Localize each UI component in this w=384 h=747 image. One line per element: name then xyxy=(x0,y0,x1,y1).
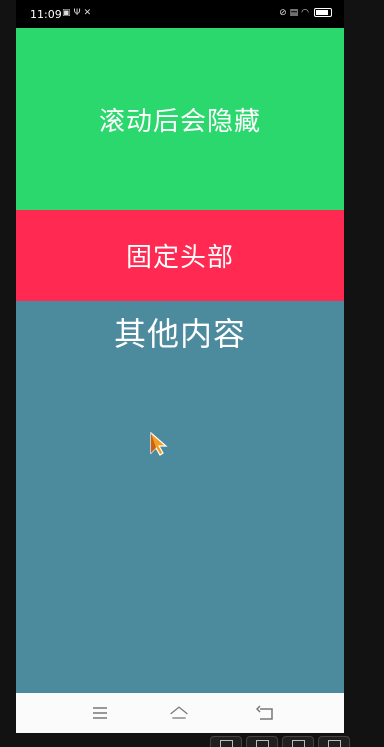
tools-icon: ✕ xyxy=(83,8,95,18)
sticky-header: 固定头部 xyxy=(16,210,344,301)
taskbar-window-icon[interactable] xyxy=(210,736,242,747)
doc-icon: ▤ xyxy=(289,8,302,18)
scroll-hide-label: 滚动后会隐藏 xyxy=(98,106,261,137)
sticky-header-label: 固定头部 xyxy=(125,243,234,273)
phone-screen: 11:09 ▣Ψ✕ ⊘▤◠ 滚动后会隐藏 固定头部 其他内容 xyxy=(16,0,344,733)
desktop-taskbar xyxy=(208,735,384,747)
menu-icon[interactable] xyxy=(90,703,110,723)
home-icon[interactable] xyxy=(169,703,189,723)
wifi-icon: ◠ xyxy=(301,8,312,18)
scroll-hide-header: 滚动后会隐藏 xyxy=(16,28,344,210)
back-icon[interactable] xyxy=(256,703,276,723)
status-bar: 11:09 ▣Ψ✕ ⊘▤◠ xyxy=(16,0,344,28)
content-area[interactable]: 其他内容 xyxy=(16,301,344,693)
taskbar-window-icon[interactable] xyxy=(318,736,350,747)
image-icon: ▣ xyxy=(62,8,74,18)
status-right-icons: ⊘▤◠ xyxy=(279,8,332,18)
mouse-cursor-icon xyxy=(150,432,168,456)
status-time: 11:09 xyxy=(30,8,62,21)
content-title: 其他内容 xyxy=(113,315,246,353)
usb-icon: Ψ xyxy=(73,8,84,18)
taskbar-window-icon[interactable] xyxy=(282,736,314,747)
mute-icon: ⊘ xyxy=(279,8,290,18)
status-left-icons: ▣Ψ✕ xyxy=(62,8,94,18)
battery-icon xyxy=(314,8,332,17)
taskbar-window-icon[interactable] xyxy=(246,736,278,747)
navigation-bar xyxy=(16,693,344,733)
